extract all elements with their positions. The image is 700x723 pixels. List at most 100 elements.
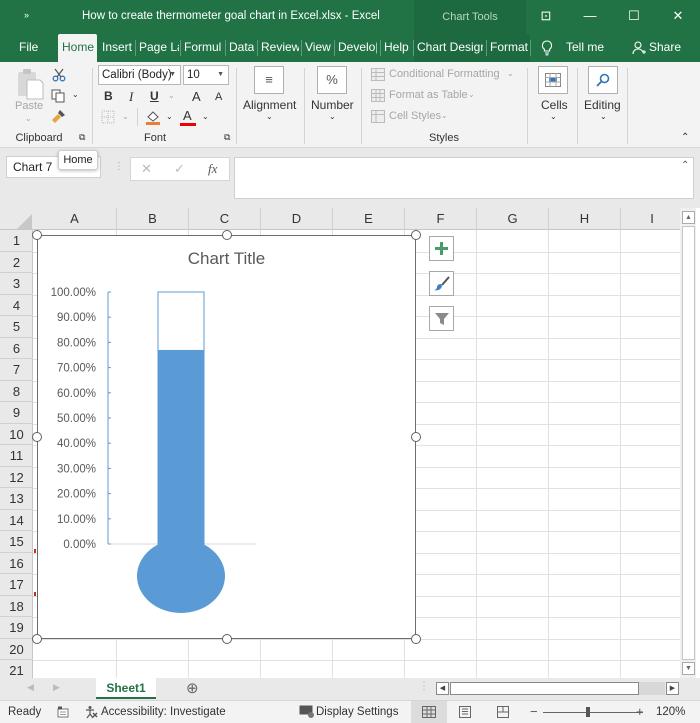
resize-handle-left[interactable]: [32, 432, 42, 442]
font-size-dropdown[interactable]: 10 ▼: [183, 65, 229, 85]
tab-help[interactable]: Help: [384, 34, 410, 62]
zoom-in-button[interactable]: +: [636, 704, 644, 719]
prev-sheet-icon[interactable]: ◀: [27, 682, 34, 693]
page-layout-view-icon[interactable]: [459, 706, 471, 718]
column-header-h[interactable]: H: [549, 208, 621, 230]
row-header-6[interactable]: 6: [0, 338, 33, 359]
italic-button[interactable]: I: [129, 89, 133, 105]
paste-clipboard-icon[interactable]: [16, 68, 44, 100]
cancel-icon[interactable]: ✕: [141, 161, 152, 177]
column-header-i[interactable]: I: [621, 208, 684, 230]
column-header-f[interactable]: F: [405, 208, 477, 230]
zoom-out-button[interactable]: −: [530, 704, 538, 719]
format-as-table-button[interactable]: Format as Table: [389, 89, 468, 101]
sheet-tab-sheet1[interactable]: Sheet1: [96, 678, 156, 699]
row-header-3[interactable]: 3: [0, 273, 33, 295]
alignment-icon[interactable]: ≡: [254, 66, 284, 94]
underline-dropdown-icon[interactable]: ⌄: [168, 91, 175, 100]
column-header-d[interactable]: D: [261, 208, 333, 230]
resize-handle-bottom[interactable]: [222, 634, 232, 644]
scroll-left-icon[interactable]: ◀: [436, 682, 449, 695]
conditional-formatting-button[interactable]: Conditional Formatting: [389, 68, 500, 80]
tab-chart-design[interactable]: Chart Design: [417, 34, 483, 62]
quick-access-icon[interactable]: »: [24, 10, 29, 20]
font-color-dropdown-icon[interactable]: ⌄: [202, 112, 209, 121]
row-header-13[interactable]: 13: [0, 488, 33, 510]
resize-handle-bottom-left[interactable]: [32, 634, 42, 644]
column-header-c[interactable]: C: [189, 208, 261, 230]
row-header-10[interactable]: 10: [0, 424, 33, 445]
increase-font-size-button[interactable]: A: [192, 89, 201, 104]
row-header-2[interactable]: 2: [0, 252, 33, 273]
font-color-button[interactable]: A: [180, 108, 196, 126]
paste-dropdown-icon[interactable]: ⌄: [25, 114, 32, 123]
formula-input[interactable]: [234, 157, 694, 199]
chart-styles-button[interactable]: [429, 271, 454, 296]
collapse-ribbon-icon[interactable]: ⌃: [681, 132, 689, 143]
worksheet-grid[interactable]: ABCDEFGHI 1 2 3 4 5 6 7 8 9 10 11 12 13 14 15 16 17 18 19 2…: [0, 208, 700, 683]
tab-developer[interactable]: Develo|: [338, 34, 377, 62]
insert-function-icon[interactable]: fx: [208, 161, 217, 177]
editing-button[interactable]: Editing: [584, 98, 621, 112]
tab-file[interactable]: File: [19, 34, 43, 62]
clipboard-launcher-icon[interactable]: ⧉: [79, 132, 85, 143]
tab-format[interactable]: Format: [490, 34, 528, 62]
row-header-9[interactable]: 9: [0, 402, 33, 424]
tab-review[interactable]: Review: [261, 34, 299, 62]
format-painter-icon[interactable]: [52, 109, 66, 123]
horizontal-scroll-track[interactable]: [639, 682, 665, 695]
copy-icon[interactable]: [51, 89, 65, 103]
tab-home[interactable]: Home: [58, 34, 97, 62]
cut-scissors-icon[interactable]: [52, 68, 66, 82]
tab-formulas[interactable]: Formul: [184, 34, 222, 62]
column-header-b[interactable]: B: [117, 208, 189, 230]
maximize-button[interactable]: ☐: [620, 5, 648, 27]
row-header-12[interactable]: 12: [0, 467, 33, 488]
font-launcher-icon[interactable]: ⧉: [224, 132, 230, 143]
decrease-font-size-button[interactable]: A: [215, 91, 222, 103]
resize-handle-top[interactable]: [222, 230, 232, 240]
row-header-4[interactable]: 4: [0, 295, 33, 316]
thermometer-chart[interactable]: Chart Title 0.00% 10.00% 20.00% 30.00% 40.00…: [37, 235, 416, 639]
row-header-14[interactable]: 14: [0, 510, 33, 531]
zoom-level[interactable]: 120%: [656, 706, 685, 718]
expand-formula-bar-icon[interactable]: ⌃: [681, 160, 689, 171]
underline-button[interactable]: U: [150, 89, 159, 103]
tab-split-grip-icon[interactable]: ⋮: [419, 681, 429, 692]
tell-me-search[interactable]: Tell me: [566, 34, 606, 62]
chart-elements-button[interactable]: [429, 236, 454, 261]
ribbon-display-options-icon[interactable]: ⊡: [532, 5, 560, 27]
row-header-1[interactable]: 1: [0, 230, 33, 252]
number-button[interactable]: Number: [311, 98, 354, 112]
formula-bar-grip-icon[interactable]: ⋮: [114, 161, 124, 172]
minimize-button[interactable]: —: [576, 5, 604, 27]
accessibility-status-button[interactable]: Accessibility: Investigate: [101, 706, 226, 718]
alignment-button[interactable]: Alignment: [243, 98, 296, 112]
macro-recording-icon[interactable]: [57, 706, 69, 718]
column-header-g[interactable]: G: [477, 208, 549, 230]
horizontal-scroll-thumb[interactable]: [450, 682, 639, 695]
row-header-11[interactable]: 11: [0, 445, 33, 467]
page-break-view-icon[interactable]: [497, 706, 509, 718]
tab-page-layout[interactable]: Page La: [139, 34, 179, 62]
column-header-e[interactable]: E: [333, 208, 405, 230]
zoom-slider-track[interactable]: [543, 712, 643, 713]
resize-handle-right[interactable]: [411, 432, 421, 442]
vertical-scroll-thumb[interactable]: [682, 226, 695, 660]
chart-filters-button[interactable]: [429, 306, 454, 331]
tab-view[interactable]: View: [305, 34, 331, 62]
display-settings-button[interactable]: Display Settings: [316, 706, 398, 718]
resize-handle-top-left[interactable]: [32, 230, 42, 240]
row-header-17[interactable]: 17: [0, 574, 33, 596]
accessibility-icon[interactable]: [84, 705, 98, 719]
row-header-7[interactable]: 7: [0, 359, 33, 381]
add-sheet-icon[interactable]: ⊕: [186, 679, 199, 697]
row-header-8[interactable]: 8: [0, 381, 33, 402]
enter-check-icon[interactable]: ✓: [174, 161, 185, 177]
resize-handle-top-right[interactable]: [411, 230, 421, 240]
font-name-dropdown[interactable]: Calibri (Body) ▼: [98, 65, 181, 85]
cell-styles-button[interactable]: Cell Styles: [389, 110, 441, 122]
tab-insert[interactable]: Insert: [102, 34, 132, 62]
borders-dropdown-icon[interactable]: ⌄: [122, 112, 129, 121]
fill-color-icon[interactable]: [145, 109, 161, 125]
